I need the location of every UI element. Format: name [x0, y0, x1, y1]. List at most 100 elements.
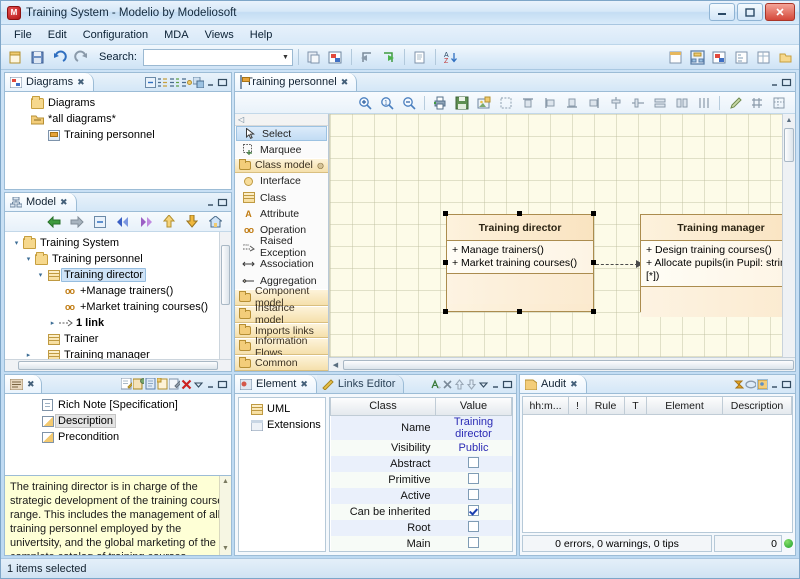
maximize-button[interactable] — [737, 3, 763, 21]
align-center-horizontal-icon[interactable] — [606, 93, 626, 113]
category-item-extensions[interactable]: Extensions — [241, 417, 323, 433]
property-value[interactable] — [435, 456, 511, 472]
palette-tool-class[interactable]: Class — [235, 190, 328, 206]
align-left-icon[interactable] — [540, 93, 560, 113]
uml-class-training-manager[interactable]: Training manager + Design training cours… — [640, 214, 795, 312]
tree-item-links[interactable]: ▸ 1 link — [7, 315, 229, 331]
filter-list-icon[interactable] — [169, 77, 180, 88]
table-row[interactable]: Can be inherited — [331, 504, 512, 520]
audit-table-body[interactable] — [523, 415, 792, 532]
menu-item-configuration[interactable]: Configuration — [76, 27, 155, 43]
undo-icon[interactable] — [49, 47, 69, 67]
table-row[interactable]: Primitive — [331, 472, 512, 488]
view-menu-icon[interactable] — [478, 379, 489, 390]
tab-links-editor[interactable]: Links Editor — [317, 375, 404, 393]
next-diff-icon[interactable] — [136, 212, 156, 232]
menu-item-views[interactable]: Views — [198, 27, 241, 43]
column-header-class[interactable]: Class — [331, 398, 436, 415]
pin-icon[interactable]: ◍ — [317, 161, 324, 170]
close-tab-icon[interactable]: ✖ — [300, 379, 308, 390]
scroll-left-arrow-icon[interactable]: ◀ — [329, 361, 342, 369]
element-properties-table[interactable]: Class Value Name Training director Visib… — [329, 397, 513, 552]
column-header-rule[interactable]: Rule — [587, 397, 625, 415]
perspective-model-icon[interactable] — [665, 47, 685, 67]
selection-handle[interactable] — [443, 260, 448, 265]
maximize-icon[interactable] — [502, 379, 513, 390]
sort-list-icon[interactable] — [157, 77, 168, 88]
minimize-icon[interactable] — [490, 379, 501, 390]
minimize-icon[interactable] — [205, 197, 216, 208]
snap-grid-icon[interactable] — [769, 93, 789, 113]
perspective-tree-icon[interactable] — [731, 47, 751, 67]
new-icon[interactable] — [5, 47, 25, 67]
scroll-up-arrow-icon[interactable]: ▲ — [220, 476, 231, 488]
print-icon[interactable] — [430, 93, 450, 113]
align-bottom-icon[interactable] — [562, 93, 582, 113]
minimize-icon[interactable] — [769, 77, 780, 88]
menu-item-help[interactable]: Help — [243, 27, 280, 43]
property-value[interactable] — [435, 504, 511, 520]
column-header-time[interactable]: hh:m... — [523, 397, 569, 415]
palette-tool-marquee[interactable]: Marquee — [235, 141, 328, 157]
collapse-all-icon[interactable] — [145, 77, 156, 88]
view-menu-icon[interactable] — [193, 379, 204, 390]
tree-item-trainer[interactable]: Trainer — [7, 331, 229, 347]
add-stereotype-icon[interactable]: » — [430, 379, 441, 390]
property-value[interactable]: Public — [435, 440, 511, 456]
abstract-checkbox[interactable] — [468, 457, 479, 468]
align-top-icon[interactable] — [518, 93, 538, 113]
column-header-description[interactable]: Description — [723, 397, 792, 415]
tree-item-market-training-courses[interactable]: oo +Market training courses() — [7, 299, 229, 315]
delete-icon[interactable] — [181, 379, 192, 390]
model-tree-horizontal-scrollbar[interactable] — [5, 359, 231, 371]
selection-handle[interactable] — [443, 211, 448, 216]
note-properties-icon[interactable] — [133, 379, 144, 390]
tree-item-training-personnel-diagram[interactable]: Training personnel — [7, 127, 229, 143]
property-value[interactable]: Training director — [435, 415, 511, 440]
edit-note-icon[interactable] — [121, 379, 132, 390]
close-tab-icon[interactable]: ✖ — [570, 379, 578, 390]
uml-class-training-director[interactable]: Training director + Manage trainers() + … — [446, 214, 594, 312]
canvas-vertical-scrollbar[interactable]: ▲ — [782, 114, 795, 357]
maximize-icon[interactable] — [217, 197, 228, 208]
diagram-create-icon[interactable] — [326, 47, 346, 67]
tab-notes[interactable]: ✖ — [5, 375, 42, 393]
edit-icon[interactable] — [169, 379, 180, 390]
tree-item-training-director[interactable]: ▾ Training director — [7, 267, 229, 283]
perspective-open-icon[interactable] — [775, 47, 795, 67]
maximize-icon[interactable] — [781, 77, 792, 88]
property-value[interactable] — [435, 472, 511, 488]
note-item-rich-note[interactable]: Rich Note [Specification] — [7, 397, 229, 413]
export-image-icon[interactable] — [474, 93, 494, 113]
save-icon[interactable] — [27, 47, 47, 67]
move-down-icon[interactable] — [466, 379, 477, 390]
down-arrow-icon[interactable] — [182, 212, 202, 232]
perspective-picture-icon[interactable] — [709, 47, 729, 67]
save-diagram-icon[interactable] — [452, 93, 472, 113]
fit-page-icon[interactable] — [496, 93, 516, 113]
align-center-vertical-icon[interactable] — [628, 93, 648, 113]
tree-item-training-personnel-folder[interactable]: ▾ Training personnel — [7, 251, 229, 267]
align-right-icon[interactable] — [584, 93, 604, 113]
move-up-icon[interactable] — [454, 379, 465, 390]
close-button[interactable] — [765, 3, 795, 21]
root-checkbox[interactable] — [468, 521, 479, 532]
zoom-out-icon[interactable] — [399, 93, 419, 113]
previous-diff-icon[interactable] — [113, 212, 133, 232]
table-row[interactable]: Abstract — [331, 456, 512, 472]
clear-audit-icon[interactable] — [745, 379, 756, 390]
minimize-icon[interactable] — [205, 379, 216, 390]
audit-settings-icon[interactable] — [757, 379, 768, 390]
minimize-icon[interactable] — [205, 77, 216, 88]
note-item-description[interactable]: Description — [7, 413, 229, 429]
table-row[interactable]: Main — [331, 536, 512, 552]
grid-icon[interactable] — [747, 93, 767, 113]
element-category-tree[interactable]: UML Extensions — [238, 397, 326, 552]
selection-handle[interactable] — [517, 211, 522, 216]
forward-arrow-icon[interactable] — [67, 212, 87, 232]
tab-element[interactable]: Element ✖ — [235, 375, 317, 393]
property-value[interactable] — [435, 520, 511, 536]
scroll-up-arrow-icon[interactable]: ▲ — [783, 114, 795, 127]
tree-item-training-system[interactable]: ▾ Training System — [7, 235, 229, 251]
document-icon[interactable] — [410, 47, 430, 67]
